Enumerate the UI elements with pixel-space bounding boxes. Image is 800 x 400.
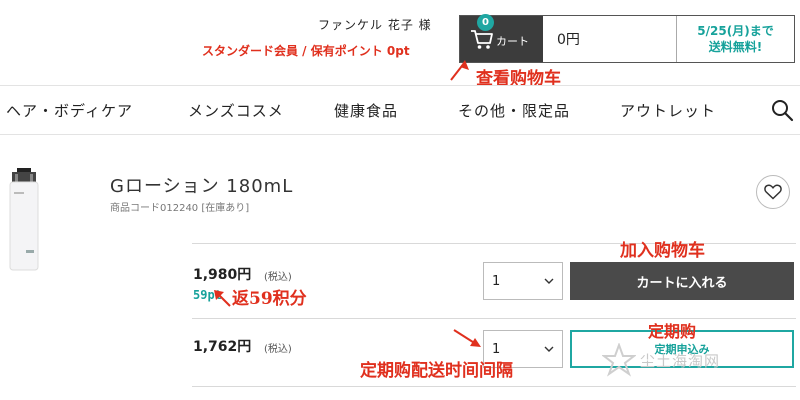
product-code: 商品コード012240 [在庫あり] (110, 203, 250, 214)
nav-divider-bottom (0, 134, 800, 135)
cart-widget: カート 0 0円 5/25(月)まで 送料無料! (459, 14, 795, 63)
nav-item-health-food[interactable]: 健康食品 (334, 100, 398, 121)
chevron-down-icon (544, 278, 554, 284)
shipping-free-label: 送料無料! (708, 40, 763, 54)
chevron-down-icon (544, 346, 554, 352)
annotation-delivery-interval: 定期购配送时间间隔 (360, 361, 513, 381)
free-shipping-notice: 5/25(月)まで 送料無料! (677, 16, 794, 62)
cart-label: カート (496, 35, 529, 48)
favorite-button[interactable] (756, 175, 790, 209)
price-divider-top (192, 243, 796, 244)
annotation-add-to-cart: 加入购物车 (620, 241, 705, 261)
nav-item-hair-body[interactable]: ヘア・ボディケア (6, 100, 133, 121)
subscription-tax-label: (税込) (264, 344, 292, 355)
nav-item-limited[interactable]: その他・限定品 (458, 100, 570, 121)
star-icon (602, 343, 636, 377)
add-to-cart-button[interactable]: カートに入れる (570, 262, 794, 300)
annotation-arrow-interval (453, 329, 481, 347)
cart-count-badge: 0 (477, 14, 494, 31)
cart-button[interactable]: カート 0 (460, 14, 543, 62)
quantity-select-regular[interactable]: 1 (483, 262, 563, 300)
price-divider-bottom (192, 386, 796, 387)
regular-tax-label: (税込) (264, 272, 292, 283)
nav-item-outlet[interactable]: アウトレット (620, 100, 716, 121)
product-title: Gローション 180mL (110, 176, 294, 197)
watermark-text: 尘土海淘网 (640, 351, 721, 370)
member-info: スタンダード会員 / 保有ポイント 0pt (202, 44, 410, 58)
quantity-value-subscription: 1 (492, 341, 501, 357)
product-bottle-image[interactable] (6, 168, 42, 272)
site-watermark: 尘土海淘网 (602, 335, 800, 385)
cart-amount: 0円 (543, 16, 677, 62)
search-icon[interactable] (770, 98, 794, 122)
cart-icon (471, 30, 493, 49)
subscription-price: 1,762円 (193, 339, 252, 355)
quantity-value-regular: 1 (492, 273, 501, 289)
heart-icon (764, 184, 782, 200)
nav-item-mens[interactable]: メンズコスメ (188, 100, 284, 121)
annotation-arrow-points (214, 290, 231, 307)
price-divider-middle (192, 318, 796, 319)
shipping-date: 5/25(月)まで (697, 24, 774, 38)
nav-divider-top (0, 85, 800, 86)
regular-price: 1,980円 (193, 267, 252, 283)
user-name: ファンケル 花子 様 (318, 18, 432, 32)
annotation-points-back: 返59积分 (232, 289, 307, 309)
annotation-arrow-cart (450, 60, 469, 81)
